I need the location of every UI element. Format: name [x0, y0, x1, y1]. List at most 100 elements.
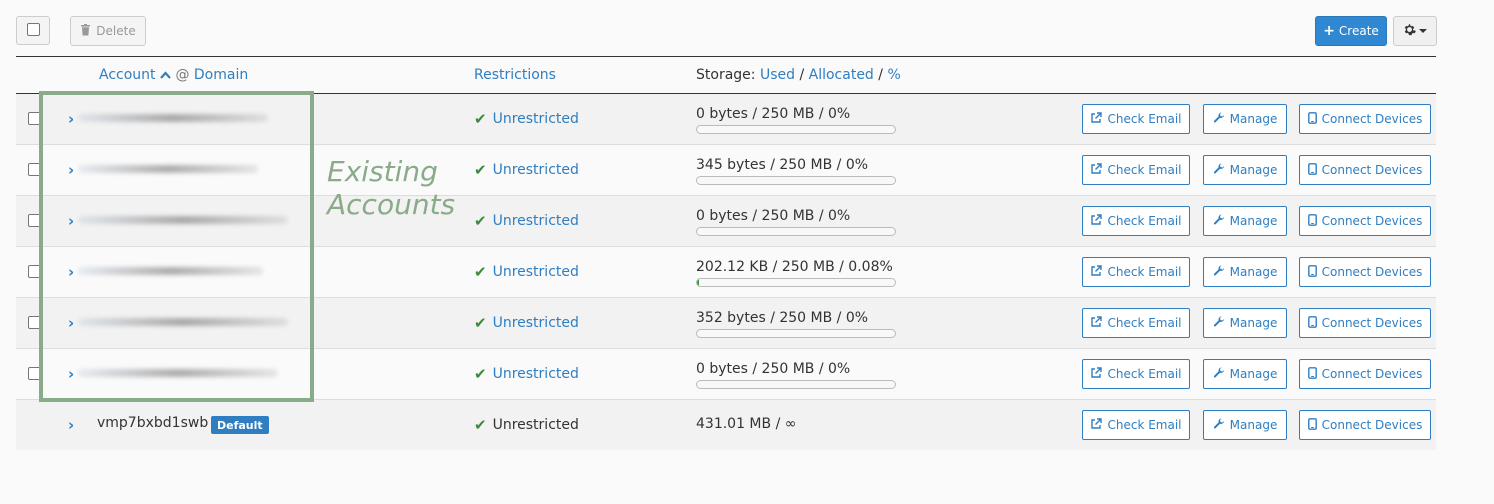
connect-devices-button[interactable]: Connect Devices — [1299, 308, 1431, 338]
checkmark-icon: ✔ — [474, 263, 487, 281]
storage-usage: 0 bytes / 250 MB / 0% — [696, 208, 851, 224]
expand-chevron-icon[interactable]: › — [68, 416, 74, 434]
manage-button[interactable]: Manage — [1203, 257, 1287, 287]
storage-progress-fill — [697, 279, 699, 286]
mobile-icon — [1307, 315, 1317, 331]
check-email-label: Check Email — [1107, 112, 1182, 126]
restriction-text: Unrestricted — [492, 417, 579, 433]
connect-devices-label: Connect Devices — [1321, 316, 1423, 330]
create-label: Create — [1338, 24, 1379, 38]
external-link-icon — [1090, 111, 1103, 127]
wrench-icon — [1213, 315, 1225, 331]
manage-label: Manage — [1229, 418, 1278, 432]
create-button[interactable]: + Create — [1315, 16, 1387, 46]
mobile-icon — [1307, 366, 1317, 382]
manage-button[interactable]: Manage — [1203, 410, 1287, 440]
check-email-button[interactable]: Check Email — [1082, 206, 1190, 236]
storage-progress-bar — [696, 329, 896, 338]
select-all-button[interactable] — [16, 16, 50, 45]
external-link-icon — [1090, 417, 1103, 433]
sort-asc-icon[interactable] — [160, 67, 175, 83]
trash-icon — [80, 23, 91, 39]
slash-separator: / — [799, 67, 805, 83]
wrench-icon — [1213, 111, 1225, 127]
mobile-icon — [1307, 264, 1317, 280]
storage-progress-bar — [696, 278, 896, 287]
manage-button[interactable]: Manage — [1203, 308, 1287, 338]
check-email-button[interactable]: Check Email — [1082, 155, 1190, 185]
select-all-checkbox[interactable] — [27, 23, 40, 36]
manage-button[interactable]: Manage — [1203, 206, 1287, 236]
restriction-link[interactable]: Unrestricted — [493, 213, 579, 229]
restriction-link[interactable]: Unrestricted — [493, 162, 579, 178]
restriction-link[interactable]: Unrestricted — [493, 111, 579, 127]
mobile-icon — [1307, 162, 1317, 178]
mobile-icon — [1307, 417, 1317, 433]
restriction-link[interactable]: Unrestricted — [493, 366, 579, 382]
check-email-label: Check Email — [1107, 214, 1182, 228]
connect-devices-button[interactable]: Connect Devices — [1299, 104, 1431, 134]
connect-devices-button[interactable]: Connect Devices — [1299, 359, 1431, 389]
check-email-button[interactable]: Check Email — [1082, 359, 1190, 389]
storage-usage: 345 bytes / 250 MB / 0% — [696, 157, 869, 173]
account-name: vmp7bxbd1swb — [97, 415, 209, 431]
connect-devices-button[interactable]: Connect Devices — [1299, 155, 1431, 185]
sort-account-link[interactable]: Account — [99, 67, 156, 83]
manage-label: Manage — [1229, 163, 1278, 177]
restriction-link[interactable]: Unrestricted — [493, 264, 579, 280]
check-email-button[interactable]: Check Email — [1082, 308, 1190, 338]
plus-icon: + — [1323, 23, 1335, 39]
external-link-icon — [1090, 366, 1103, 382]
mobile-icon — [1307, 213, 1317, 229]
checkmark-icon: ✔ — [474, 365, 487, 383]
check-email-label: Check Email — [1107, 418, 1182, 432]
connect-devices-label: Connect Devices — [1321, 367, 1423, 381]
restriction-status: ✔ Unrestricted — [474, 314, 579, 332]
storage-usage: 352 bytes / 250 MB / 0% — [696, 310, 869, 326]
manage-button[interactable]: Manage — [1203, 155, 1287, 185]
external-link-icon — [1090, 264, 1103, 280]
existing-accounts-highlight-box — [39, 91, 314, 402]
connect-devices-label: Connect Devices — [1321, 163, 1423, 177]
restriction-status: ✔ Unrestricted — [474, 416, 579, 434]
storage-progress-bar — [696, 380, 896, 389]
restriction-status: ✔ Unrestricted — [474, 110, 579, 128]
connect-devices-button[interactable]: Connect Devices — [1299, 206, 1431, 236]
at-separator: @ — [175, 67, 190, 83]
manage-label: Manage — [1229, 367, 1278, 381]
toolbar: Delete + Create — [16, 16, 1437, 46]
storage-progress-bar — [696, 227, 896, 236]
connect-devices-label: Connect Devices — [1321, 112, 1423, 126]
check-email-label: Check Email — [1107, 265, 1182, 279]
checkmark-icon: ✔ — [474, 314, 487, 332]
storage-progress-bar — [696, 176, 896, 185]
check-email-label: Check Email — [1107, 316, 1182, 330]
wrench-icon — [1213, 366, 1225, 382]
check-email-button[interactable]: Check Email — [1082, 257, 1190, 287]
sort-percent-link[interactable]: % — [887, 67, 900, 83]
restrictions-header-link[interactable]: Restrictions — [474, 67, 556, 83]
connect-devices-label: Connect Devices — [1321, 214, 1423, 228]
restriction-link[interactable]: Unrestricted — [493, 315, 579, 331]
external-link-icon — [1090, 213, 1103, 229]
check-email-button[interactable]: Check Email — [1082, 410, 1190, 440]
check-email-button[interactable]: Check Email — [1082, 104, 1190, 134]
connect-devices-button[interactable]: Connect Devices — [1299, 410, 1431, 440]
sort-allocated-link[interactable]: Allocated — [809, 67, 874, 83]
check-email-label: Check Email — [1107, 163, 1182, 177]
sort-domain-link[interactable]: Domain — [194, 67, 248, 83]
manage-label: Manage — [1229, 112, 1278, 126]
delete-label: Delete — [96, 24, 136, 38]
slash-separator: / — [878, 67, 883, 83]
connect-devices-button[interactable]: Connect Devices — [1299, 257, 1431, 287]
sort-used-link[interactable]: Used — [760, 67, 795, 83]
manage-button[interactable]: Manage — [1203, 359, 1287, 389]
manage-label: Manage — [1229, 265, 1278, 279]
delete-button[interactable]: Delete — [70, 16, 146, 46]
checkmark-icon: ✔ — [474, 161, 487, 179]
manage-button[interactable]: Manage — [1203, 104, 1287, 134]
storage-label: Storage: — [696, 67, 756, 83]
default-badge: Default — [211, 416, 269, 434]
annotation-line-2: Accounts — [327, 188, 456, 221]
settings-dropdown-button[interactable] — [1393, 16, 1437, 46]
